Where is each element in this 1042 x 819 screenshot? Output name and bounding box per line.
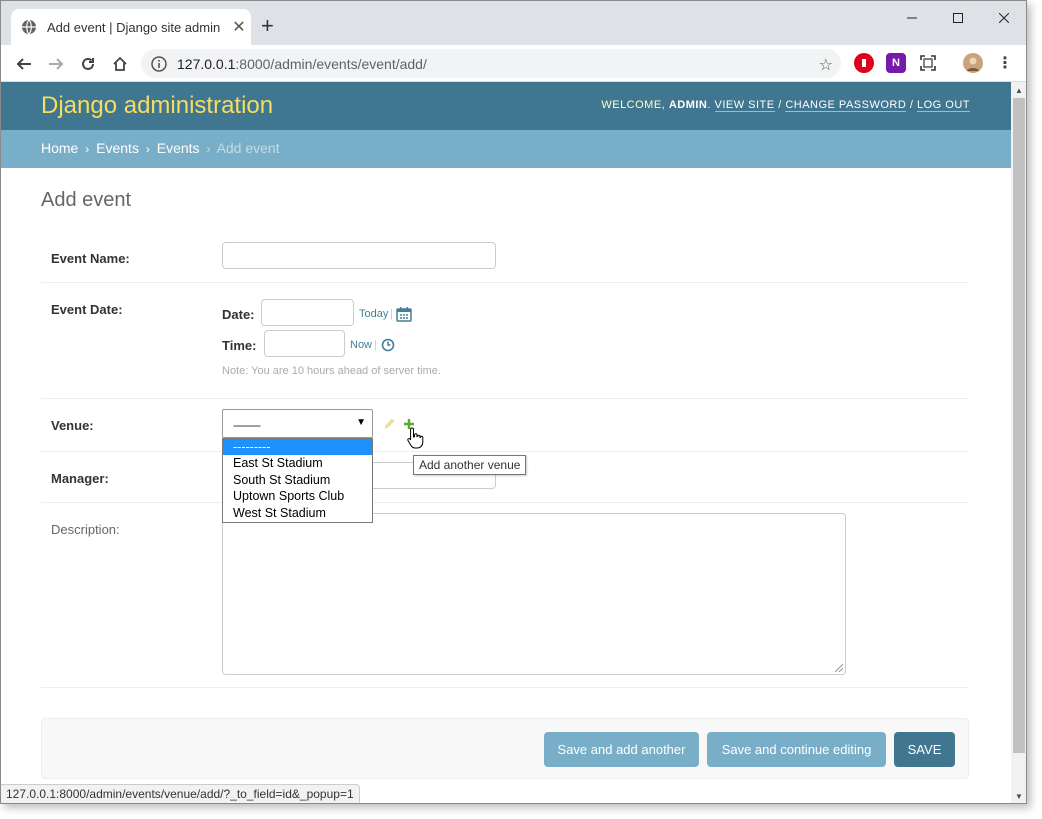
date-input[interactable] — [261, 299, 354, 326]
url-text: 127.0.0.1:8000/admin/events/event/add/ — [177, 55, 427, 72]
django-header: Django administration WELCOME, ADMIN. VI… — [1, 82, 1011, 130]
scroll-down-arrow-icon[interactable]: ▼ — [1011, 788, 1026, 803]
date-label: Date: — [222, 307, 255, 322]
venue-option[interactable]: East St Stadium — [223, 455, 372, 471]
close-window-icon[interactable] — [981, 7, 1026, 29]
breadcrumb-events-model[interactable]: Events — [157, 140, 200, 156]
username: ADMIN — [668, 99, 708, 111]
info-icon[interactable] — [151, 55, 167, 72]
globe-icon — [22, 19, 36, 35]
pencil-icon[interactable] — [383, 418, 395, 430]
now-link[interactable]: Now — [350, 339, 372, 351]
resize-handle-icon[interactable] — [835, 664, 843, 672]
view-site-link[interactable]: VIEW SITE — [714, 99, 775, 112]
page-viewport: Django administration WELCOME, ADMIN. VI… — [1, 82, 1011, 803]
breadcrumb-current: Add event — [216, 140, 280, 156]
scrollbar-thumb[interactable] — [1013, 98, 1025, 753]
venue-option[interactable]: South St Stadium — [223, 472, 372, 488]
save-button[interactable]: SAVE — [894, 732, 955, 767]
log-out-link[interactable]: LOG OUT — [916, 99, 970, 112]
manager-label: Manager: — [51, 471, 109, 486]
forward-arrow-icon[interactable] — [45, 53, 67, 75]
address-bar[interactable]: 127.0.0.1:8000/admin/events/event/add/ ☆ — [141, 49, 841, 78]
event-name-label: Event Name: — [51, 251, 130, 266]
menu-kebab-icon[interactable]: ⋮ — [995, 53, 1015, 73]
save-and-add-another-button[interactable]: Save and add another — [544, 732, 699, 767]
maximize-icon[interactable] — [935, 7, 981, 29]
form-row-event-name: Event Name: — [41, 230, 969, 283]
onenote-icon[interactable]: N — [886, 53, 906, 73]
vertical-scrollbar[interactable]: ▲ ▼ — [1011, 82, 1026, 803]
calendar-icon[interactable] — [396, 306, 412, 322]
venue-select[interactable]: --------- ▼ — [222, 409, 373, 438]
tab-title: Add event | Django site admin — [47, 19, 221, 35]
browser-toolbar: 127.0.0.1:8000/admin/events/event/add/ ☆… — [1, 45, 1026, 82]
home-icon[interactable] — [109, 53, 131, 75]
breadcrumb-home[interactable]: Home — [41, 140, 78, 156]
screen-capture-icon[interactable] — [918, 53, 938, 73]
browser-tab[interactable]: Add event | Django site admin ✕ — [11, 9, 251, 45]
hand-cursor-icon — [407, 427, 424, 449]
venue-option[interactable]: West St Stadium — [223, 505, 372, 521]
adblock-icon[interactable] — [854, 53, 874, 73]
event-name-input[interactable] — [222, 242, 496, 269]
bookmark-star-icon[interactable]: ☆ — [819, 55, 833, 75]
browser-window: Add event | Django site admin ✕ + 127.0.… — [0, 0, 1027, 804]
today-link[interactable]: Today — [359, 308, 388, 320]
description-textarea[interactable] — [222, 513, 846, 675]
page-title: Add event — [41, 189, 132, 211]
change-password-link[interactable]: CHANGE PASSWORD — [785, 99, 907, 112]
description-label: Description: — [51, 522, 120, 537]
venue-label: Venue: — [51, 418, 94, 433]
server-time-note: Note: You are 10 hours ahead of server t… — [222, 365, 441, 377]
tab-bar: Add event | Django site admin ✕ + — [1, 1, 1026, 45]
close-tab-icon[interactable]: ✕ — [227, 17, 251, 37]
form-row-venue: Venue: — [41, 399, 969, 452]
venue-option[interactable]: Uptown Sports Club — [223, 488, 372, 504]
profile-avatar[interactable] — [963, 53, 983, 73]
clock-icon[interactable] — [381, 338, 395, 352]
reload-icon[interactable] — [77, 53, 99, 75]
site-branding[interactable]: Django administration — [41, 92, 273, 120]
save-and-continue-button[interactable]: Save and continue editing — [707, 732, 886, 767]
back-arrow-icon[interactable] — [13, 53, 35, 75]
venue-dropdown-list: --------- East St Stadium South St Stadi… — [222, 438, 373, 523]
time-input[interactable] — [264, 330, 345, 357]
user-tools: WELCOME, ADMIN. VIEW SITE / CHANGE PASSW… — [601, 99, 970, 112]
event-date-label: Event Date: — [51, 302, 123, 317]
venue-option[interactable]: --------- — [223, 439, 372, 456]
dropdown-arrow-icon: ▼ — [356, 417, 366, 428]
submit-row: Save and add another Save and continue e… — [41, 718, 969, 779]
new-tab-button[interactable]: + — [261, 15, 274, 37]
time-label: Time: — [222, 338, 257, 353]
form-row-event-date: Event Date: — [41, 283, 969, 399]
scroll-up-arrow-icon[interactable]: ▲ — [1011, 82, 1026, 98]
status-bar-url: 127.0.0.1:8000/admin/events/venue/add/?_… — [1, 784, 360, 803]
breadcrumb-events-app[interactable]: Events — [96, 140, 139, 156]
add-venue-tooltip: Add another venue — [413, 455, 527, 475]
breadcrumb: Home › Events › Events › Add event — [1, 130, 1011, 168]
minimize-icon[interactable] — [889, 7, 935, 29]
